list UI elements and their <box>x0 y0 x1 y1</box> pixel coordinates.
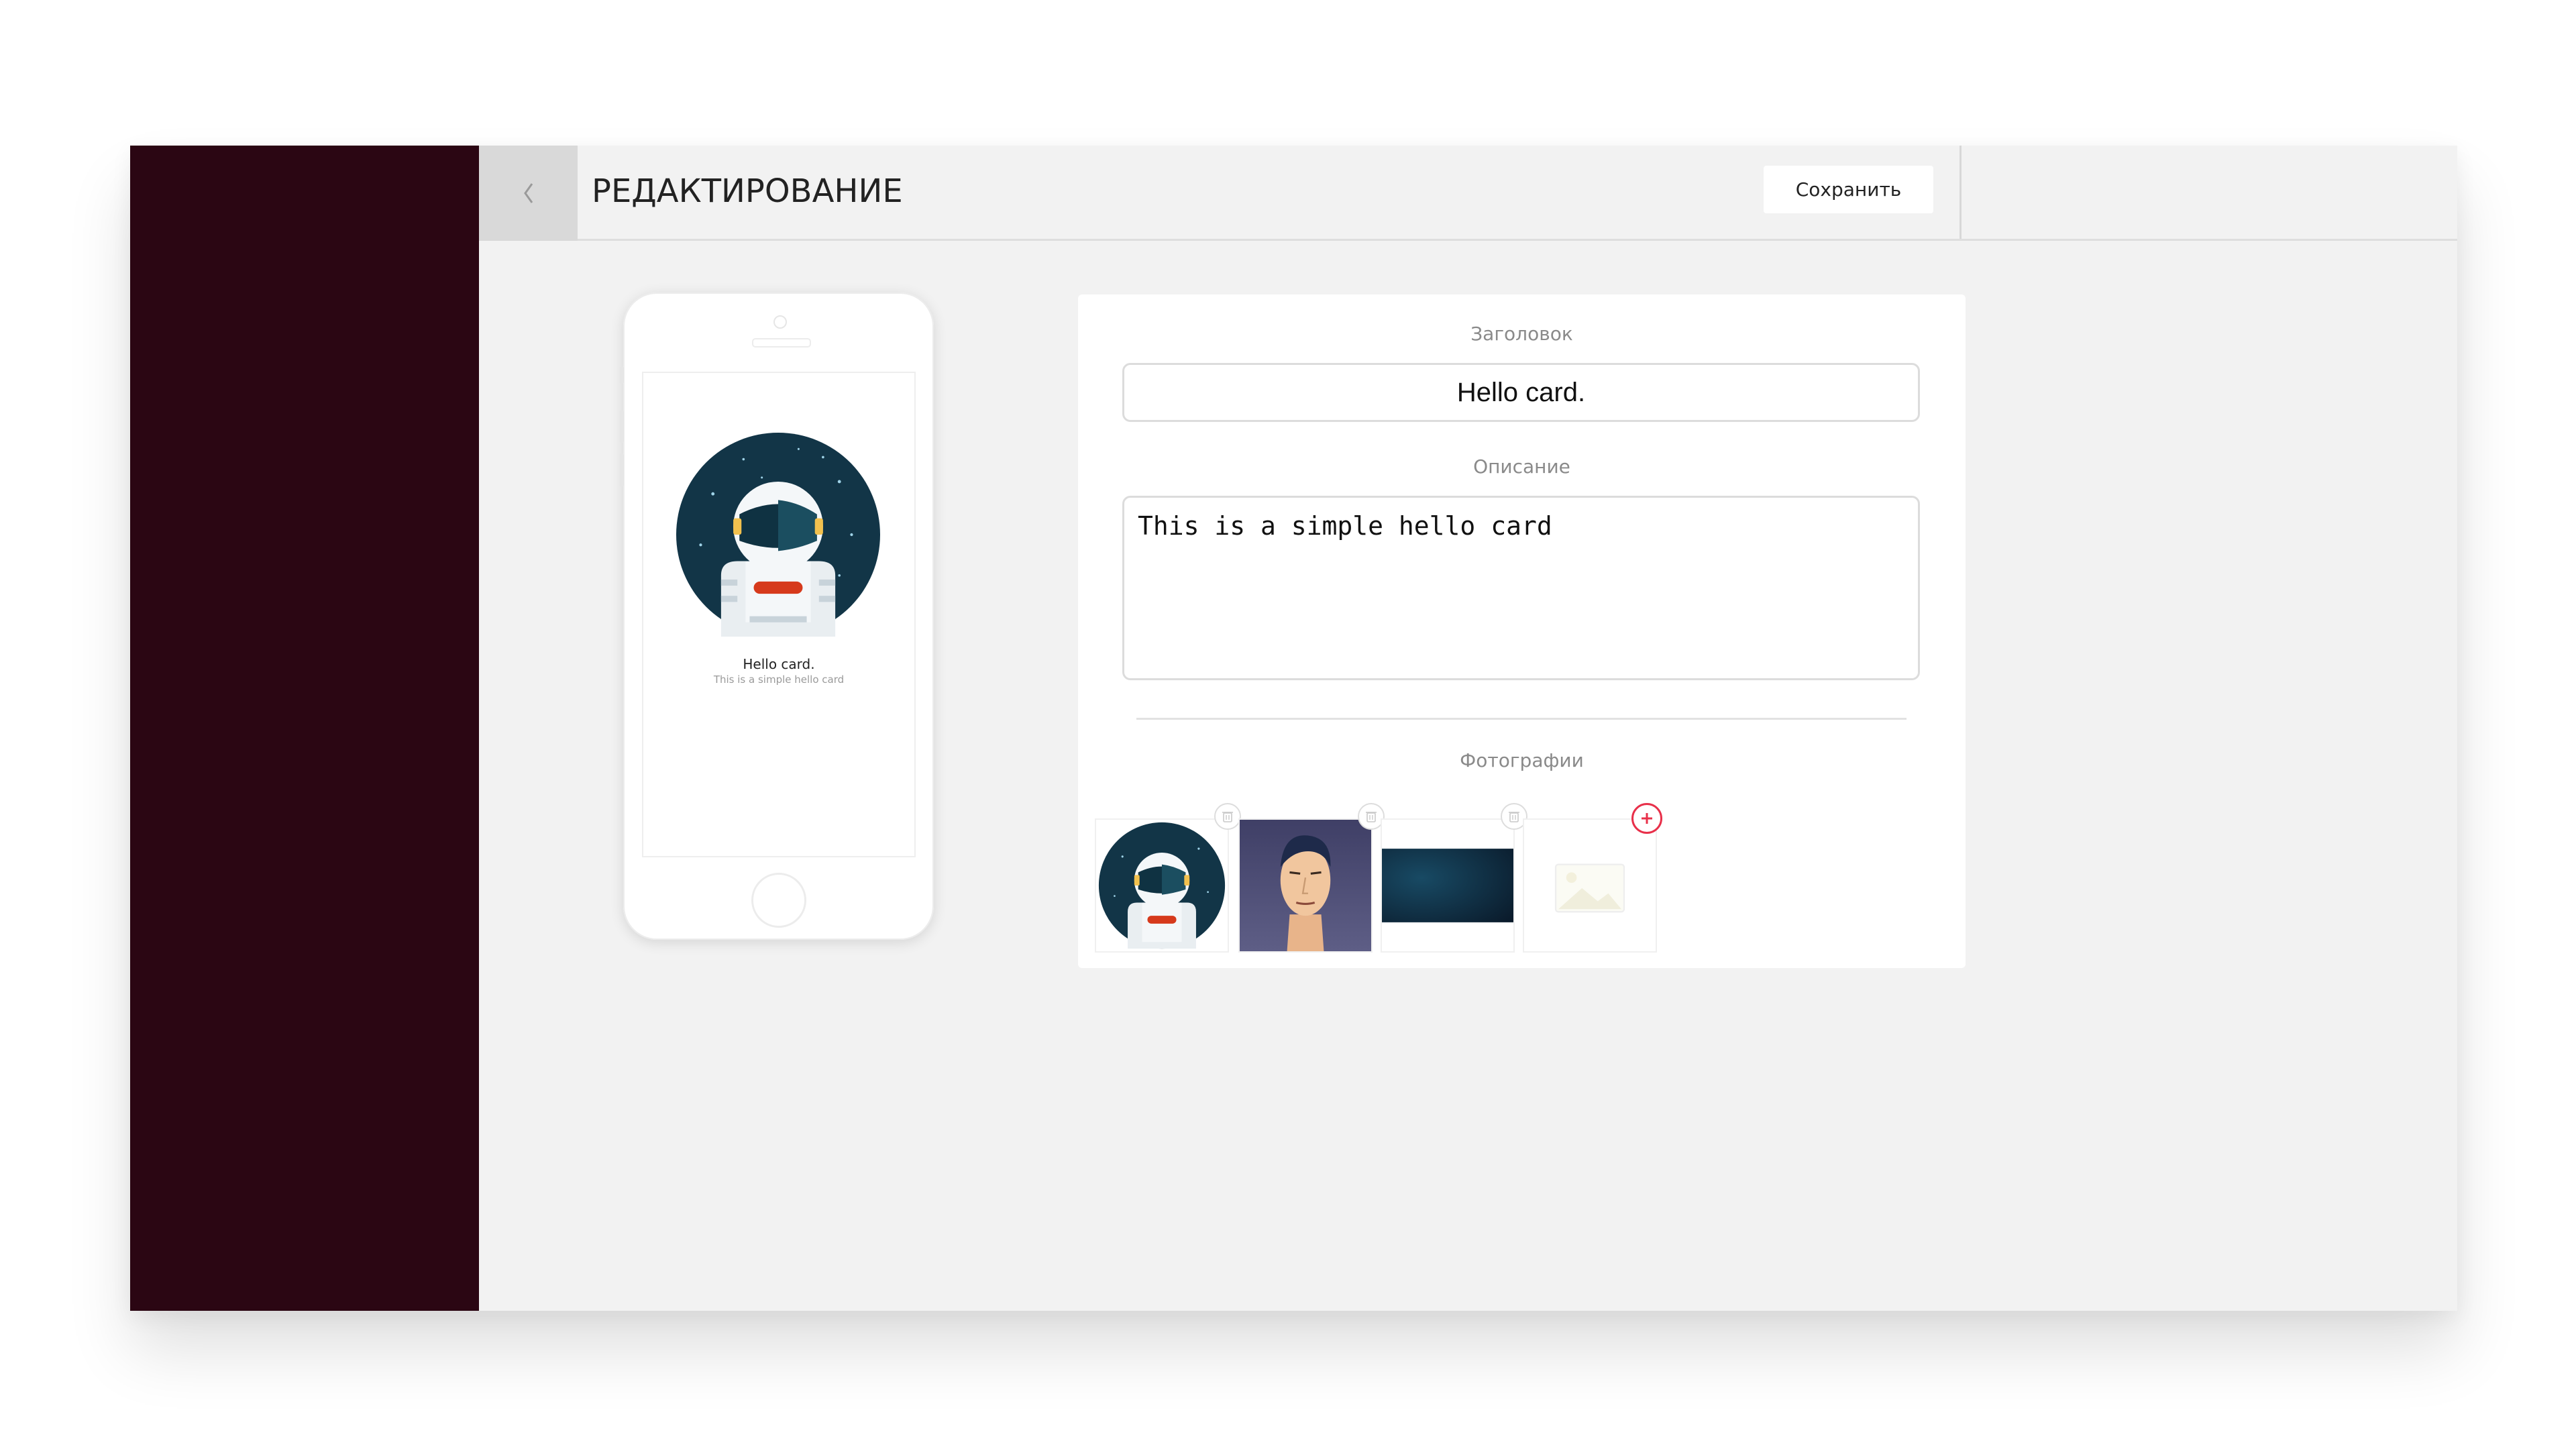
phone-camera <box>773 315 787 329</box>
photo-placeholder[interactable] <box>1523 818 1657 953</box>
astronaut-avatar-icon <box>676 433 880 637</box>
top-bar: РЕДАКТИРОВАНИЕ Сохранить <box>479 146 2457 241</box>
phone-preview: Hello card. This is a simple hello card <box>620 292 934 940</box>
preview-title: Hello card. <box>743 656 815 672</box>
back-button[interactable] <box>479 146 578 241</box>
preview-description: This is a simple hello card <box>713 674 845 686</box>
app-window: РЕДАКТИРОВАНИЕ Сохранить Hello card. Thi… <box>130 146 2457 1311</box>
phone-home-button <box>751 873 806 928</box>
astronaut-image <box>1098 822 1226 949</box>
phone-volume-down <box>620 453 624 487</box>
phone-volume-up <box>620 410 624 443</box>
sidebar <box>130 146 479 1311</box>
page-title: РЕДАКТИРОВАНИЕ <box>592 172 903 210</box>
trash-icon <box>1509 812 1519 822</box>
title-input[interactable] <box>1122 363 1920 422</box>
phone-speaker <box>752 338 811 347</box>
chevron-left-icon <box>523 183 533 203</box>
photo-thumbnail-portrait[interactable] <box>1238 818 1373 953</box>
description-textarea[interactable]: This is a simple hello card <box>1122 496 1920 680</box>
form-divider <box>1136 718 1907 720</box>
title-field-label: Заголовок <box>1470 323 1573 345</box>
edit-form-card: Заголовок Описание This is a simple hell… <box>1078 294 1966 968</box>
portrait-image <box>1240 820 1371 951</box>
add-photo-button[interactable] <box>1631 803 1662 834</box>
image-placeholder-icon <box>1554 863 1625 913</box>
save-button[interactable]: Сохранить <box>1764 166 1933 213</box>
banner-image <box>1382 849 1513 922</box>
photos-section-label: Фотографии <box>1460 749 1584 771</box>
topbar-divider <box>1960 146 1962 239</box>
phone-screen: Hello card. This is a simple hello card <box>642 372 916 857</box>
plus-icon <box>1642 813 1652 824</box>
photo-thumbnail-astronaut[interactable] <box>1095 818 1229 953</box>
delete-photo-1-button[interactable] <box>1214 803 1241 830</box>
trash-icon <box>1222 812 1233 822</box>
photo-thumbnail-banner[interactable] <box>1381 818 1515 953</box>
description-field-label: Описание <box>1473 455 1570 478</box>
trash-icon <box>1366 812 1377 822</box>
phone-mute-switch <box>620 366 624 384</box>
